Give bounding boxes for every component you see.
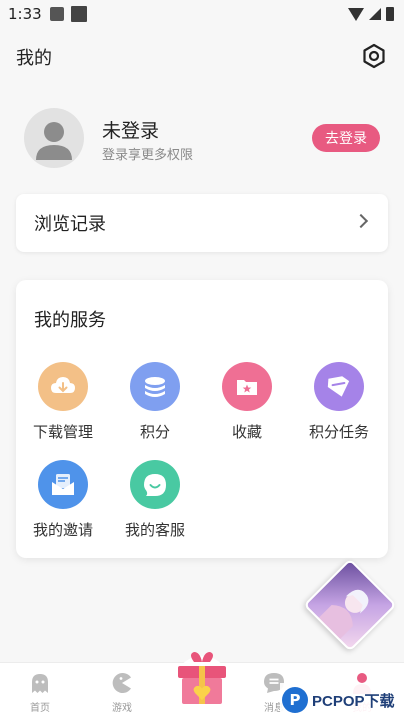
pcpop-logo: P <box>282 687 308 713</box>
service-my-invitations[interactable]: 我的邀请 <box>18 460 108 540</box>
image-notification-icon <box>49 7 64 21</box>
service-download-manager[interactable]: 下载管理 <box>18 362 108 442</box>
diamond-icon <box>314 362 364 411</box>
chevron-right-icon <box>353 213 369 229</box>
avatar[interactable] <box>24 108 84 168</box>
wifi-icon <box>348 7 364 21</box>
pcpop-watermark: P PCPOP下载 <box>280 683 404 717</box>
login-button[interactable]: 去登录 <box>312 124 380 152</box>
services-title: 我的服务 <box>34 310 106 331</box>
gift-button[interactable] <box>172 648 232 712</box>
default-user-icon <box>36 122 72 160</box>
settings-icon[interactable] <box>361 43 387 69</box>
service-favorites[interactable]: 收藏 <box>202 362 292 442</box>
ghost-icon <box>32 674 48 693</box>
service-label: 积分 <box>139 423 170 441</box>
service-points[interactable]: 积分 <box>110 362 200 442</box>
service-label: 收藏 <box>231 423 262 441</box>
services-card: 我的服务 下载管理 积分 收藏 积分任务 我的邀请 我的客服 <box>16 280 388 558</box>
service-label: 我的邀请 <box>32 521 93 539</box>
anime-character-icon <box>318 589 369 639</box>
download-icon <box>38 362 88 411</box>
battery-icon <box>386 7 394 21</box>
nav-item-games[interactable]: 游戏 <box>92 671 152 717</box>
floating-character-widget[interactable] <box>303 558 397 652</box>
nav-label: 游戏 <box>112 703 132 714</box>
service-point-tasks[interactable]: 积分任务 <box>294 362 384 442</box>
profile-name: 未登录 <box>102 120 160 142</box>
gift-box-icon <box>174 652 230 712</box>
chat-bubble-icon <box>130 460 180 509</box>
service-label: 下载管理 <box>32 423 93 441</box>
page-title: 我的 <box>16 48 52 69</box>
pacman-icon <box>112 673 131 693</box>
browse-history-row[interactable]: 浏览记录 <box>16 194 388 252</box>
app-notification-icon <box>70 6 87 22</box>
nav-label: 首页 <box>30 703 50 714</box>
service-label: 我的客服 <box>124 521 185 539</box>
coins-icon <box>130 362 180 411</box>
invitation-icon <box>38 460 88 509</box>
watermark-text: PCPOP下载 <box>312 692 395 710</box>
status-indicators <box>348 7 394 21</box>
service-customer-service[interactable]: 我的客服 <box>110 460 200 540</box>
service-label: 积分任务 <box>308 423 369 441</box>
profile-subtitle: 登录享更多权限 <box>102 148 194 163</box>
signal-icon <box>369 8 381 20</box>
favorite-folder-icon <box>222 362 272 411</box>
status-bar: 1:33 <box>0 0 404 28</box>
status-time: 1:33 <box>8 5 42 23</box>
browse-history-label: 浏览记录 <box>34 214 106 235</box>
nav-item-home[interactable]: 首页 <box>10 671 70 717</box>
